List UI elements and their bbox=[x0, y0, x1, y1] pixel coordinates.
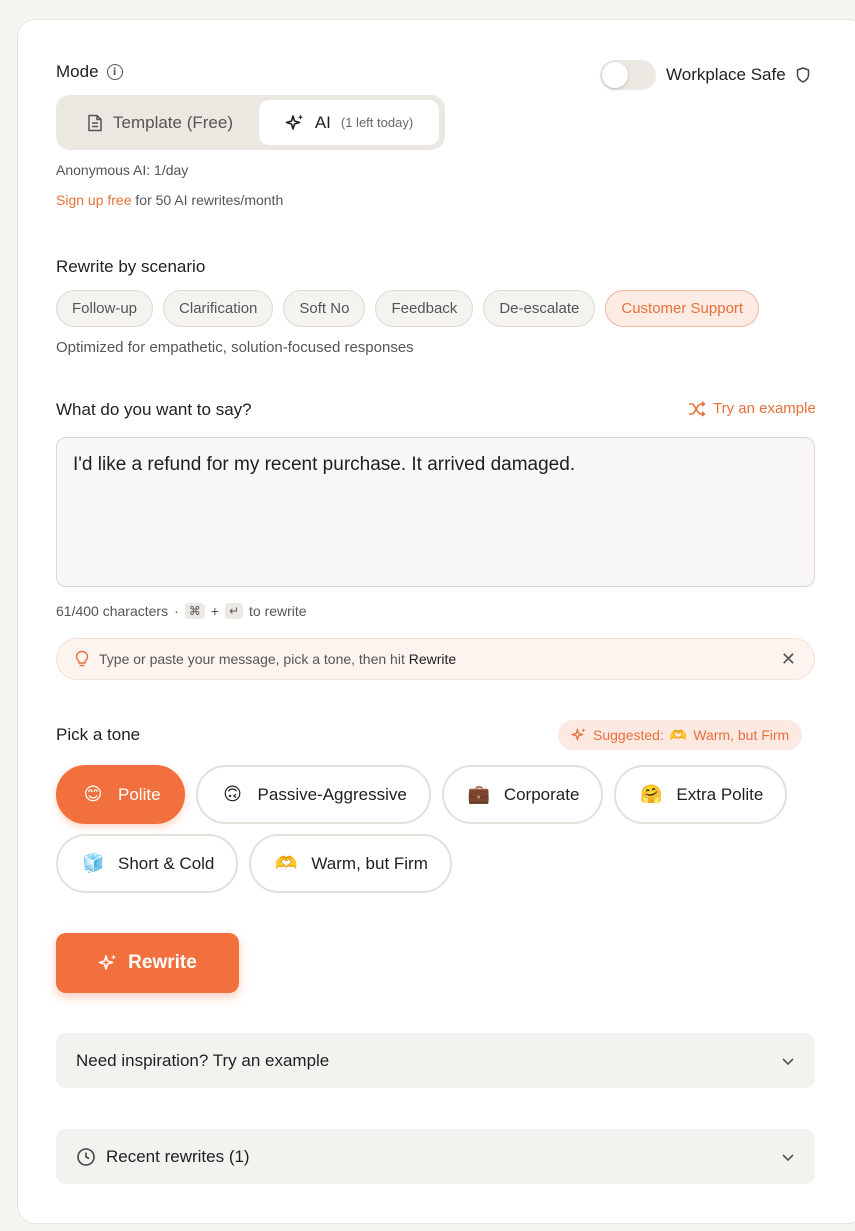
try-example-label: Try an example bbox=[713, 400, 816, 417]
signup-link[interactable]: Sign up free bbox=[56, 192, 132, 208]
tone-short-and-cold[interactable]: 🧊 Short & Cold bbox=[56, 834, 239, 893]
clock-icon bbox=[77, 1147, 95, 1166]
scenario-chip-soft-no[interactable]: Soft No bbox=[283, 290, 366, 327]
shield-icon bbox=[796, 67, 809, 83]
info-icon[interactable]: i bbox=[106, 64, 123, 80]
scenario-chip-de-escalate[interactable]: De-escalate bbox=[483, 290, 596, 327]
sparkles-icon bbox=[571, 728, 586, 741]
tone-label: Short & Cold bbox=[118, 853, 215, 873]
scenario-title: Rewrite by scenario bbox=[56, 257, 206, 276]
hint-main-text: Type or paste your message, pick a tone,… bbox=[99, 651, 405, 667]
ai-mode-label: AI bbox=[314, 112, 331, 132]
heart-hands-emoji-icon: 🫶 bbox=[275, 853, 298, 874]
hint-strong-text: Rewrite bbox=[408, 651, 457, 667]
tone-warm-but-firm[interactable]: 🫶 Warm, but Firm bbox=[249, 834, 452, 893]
signup-line: Sign up free for 50 AI rewrites/month bbox=[56, 192, 283, 208]
tone-polite[interactable]: 😊 Polite bbox=[56, 765, 185, 824]
tone-extra-polite[interactable]: 🤗 Extra Polite bbox=[614, 765, 788, 824]
mode-label: Mode bbox=[56, 62, 99, 81]
recent-rewrites-label: Recent rewrites (1) bbox=[106, 1146, 250, 1166]
enter-key-icon: ↵ bbox=[224, 603, 243, 619]
suggested-label: Suggested: bbox=[593, 727, 664, 743]
template-mode-label: Template (Free) bbox=[113, 112, 233, 132]
smile-emoji-icon: 😊 bbox=[83, 784, 103, 805]
tone-passive-aggressive[interactable]: 🙃 Passive-Aggressive bbox=[195, 765, 431, 824]
hugging-face-emoji-icon: 🤗 bbox=[640, 784, 663, 805]
scenario-chips: Follow-up Clarification Soft No Feedback… bbox=[56, 290, 760, 327]
command-key-icon: ⌘ bbox=[184, 603, 205, 619]
upside-down-face-emoji-icon: 🙃 bbox=[223, 784, 242, 805]
inspiration-accordion[interactable]: Need inspiration? Try an example bbox=[56, 1033, 815, 1088]
mode-segmented-control: Template (Free) AI (1 left today) bbox=[56, 95, 445, 150]
sparkles-icon bbox=[98, 954, 117, 970]
sparkles-icon bbox=[285, 114, 304, 130]
scenario-chip-follow-up[interactable]: Follow-up bbox=[56, 290, 154, 327]
scenario-chip-clarification[interactable]: Clarification bbox=[163, 290, 274, 327]
character-counter-row: 61/400 characters · ⌘ + ↵ to rewrite bbox=[56, 603, 307, 619]
tone-corporate[interactable]: 💼 Corporate bbox=[441, 765, 604, 824]
character-count: 61/400 characters bbox=[56, 603, 169, 619]
tone-title: Pick a tone bbox=[56, 725, 141, 744]
tone-label: Warm, but Firm bbox=[311, 853, 428, 873]
ice-cube-emoji-icon: 🧊 bbox=[82, 853, 105, 874]
scenario-chip-feedback[interactable]: Feedback bbox=[375, 290, 474, 327]
suggested-tone-badge[interactable]: Suggested: 🫶 Warm, but Firm bbox=[558, 720, 803, 750]
scenario-description: Optimized for empathetic, solution-focus… bbox=[56, 339, 414, 356]
lightbulb-icon bbox=[75, 650, 89, 667]
ai-mode-button[interactable]: AI (1 left today) bbox=[259, 100, 439, 145]
rewrite-button-label: Rewrite bbox=[128, 952, 197, 973]
ai-remaining-label: (1 left today) bbox=[340, 115, 414, 130]
plus-sign: + bbox=[210, 603, 219, 619]
chevron-down-icon bbox=[782, 1057, 794, 1065]
rewrite-button[interactable]: Rewrite bbox=[56, 933, 239, 993]
suggested-value: Warm, but Firm bbox=[693, 727, 790, 743]
anonymous-limit-text: Anonymous AI: 1/day bbox=[56, 162, 189, 178]
tone-label: Corporate bbox=[503, 784, 580, 804]
workplace-safe-label: Workplace Safe bbox=[666, 65, 786, 84]
briefcase-emoji-icon: 💼 bbox=[467, 784, 491, 805]
tone-label: Extra Polite bbox=[676, 784, 764, 804]
toggle-knob bbox=[602, 62, 628, 88]
workplace-safe-toggle[interactable] bbox=[600, 60, 656, 90]
try-example-link[interactable]: Try an example bbox=[688, 400, 816, 417]
signup-rest-text: for 50 AI rewrites/month bbox=[135, 192, 284, 208]
to-rewrite-text: to rewrite bbox=[249, 603, 307, 619]
tone-options: 😊 Polite 🙃 Passive-Aggressive 💼 Corporat… bbox=[56, 765, 816, 893]
close-icon[interactable]: ✕ bbox=[781, 649, 796, 670]
document-icon bbox=[88, 114, 102, 131]
inspiration-accordion-label: Need inspiration? Try an example bbox=[76, 1050, 330, 1070]
tone-label: Polite bbox=[118, 784, 161, 804]
shuffle-icon bbox=[689, 400, 706, 417]
mode-header: Mode i bbox=[56, 62, 123, 82]
recent-rewrites-accordion[interactable]: Recent rewrites (1) bbox=[56, 1129, 815, 1184]
hint-text: Type or paste your message, pick a tone,… bbox=[99, 651, 456, 667]
hint-banner: Type or paste your message, pick a tone,… bbox=[56, 638, 815, 680]
chevron-down-icon bbox=[782, 1153, 794, 1161]
scenario-chip-customer-support[interactable]: Customer Support bbox=[605, 290, 760, 327]
message-input-title: What do you want to say? bbox=[56, 400, 252, 419]
separator-dot: · bbox=[174, 603, 179, 619]
workplace-safe-toggle-group: Workplace Safe bbox=[600, 60, 810, 90]
tone-label: Passive-Aggressive bbox=[257, 784, 407, 804]
heart-hands-emoji-icon: 🫶 bbox=[669, 726, 688, 743]
template-mode-button[interactable]: Template (Free) bbox=[61, 100, 259, 145]
message-textarea[interactable]: I'd like a refund for my recent purchase… bbox=[56, 437, 815, 587]
